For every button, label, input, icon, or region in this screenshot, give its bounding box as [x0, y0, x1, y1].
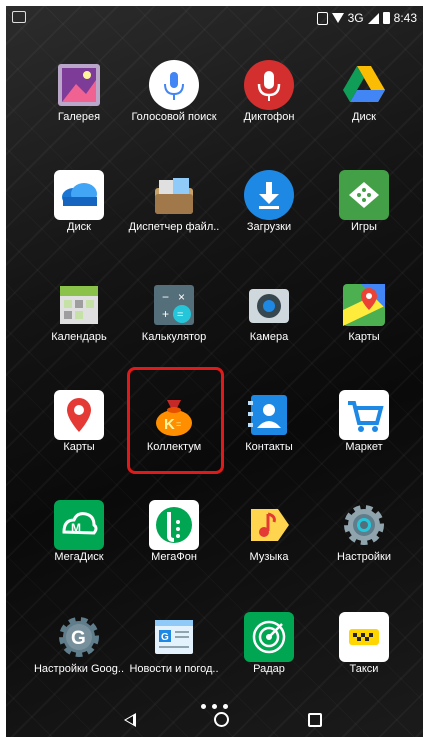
svg-text:G: G [71, 628, 86, 649]
screenshot-notification-icon [12, 11, 26, 23]
news-weather-icon: G [149, 612, 199, 662]
google-settings-icon: G [54, 612, 104, 662]
music-icon [244, 500, 294, 550]
app-radar[interactable]: Радар [219, 608, 319, 708]
svg-text:G: G [161, 632, 169, 643]
app-label: Карты [348, 331, 380, 343]
app-contacts[interactable]: Контакты [219, 386, 319, 486]
app-calendar[interactable]: Календарь [29, 276, 129, 376]
app-recorder[interactable]: Диктофон [219, 56, 319, 156]
games-icon [339, 170, 389, 220]
google-maps-icon [339, 280, 389, 330]
status-bar: 3G 8:43 [6, 6, 423, 30]
calculator-icon: − × + = [149, 280, 199, 330]
recorder-icon [244, 60, 294, 110]
svg-text:M: M [71, 521, 81, 535]
app-settings[interactable]: Настройки [314, 496, 414, 596]
svg-text:−: − [162, 290, 169, 304]
app-label: Маркет [345, 441, 383, 453]
megadisk-icon: M [54, 500, 104, 550]
battery-icon [382, 12, 390, 24]
app-downloads[interactable]: Загрузки [219, 166, 319, 266]
signal-icon [367, 12, 379, 24]
app-google-maps[interactable]: Карты [314, 276, 414, 376]
cloud-disk-icon [54, 170, 104, 220]
market-cart-icon [339, 390, 389, 440]
back-icon[interactable] [124, 713, 136, 727]
app-camera[interactable]: Камера [219, 276, 319, 376]
yandex-maps-icon [54, 390, 104, 440]
gallery-icon [54, 60, 104, 110]
app-file-manager[interactable]: Диспетчер файл.. [124, 166, 224, 266]
app-google-settings[interactable]: G Настройки Goog.. [29, 608, 129, 708]
navigation-bar [6, 703, 423, 737]
taxi-icon [339, 612, 389, 662]
network-type: 3G [347, 11, 364, 25]
highlight-box [127, 367, 224, 474]
microphone-icon [149, 60, 199, 110]
app-games[interactable]: Игры [314, 166, 414, 266]
app-calculator[interactable]: − × + = Калькулятор [124, 276, 224, 376]
google-drive-icon [339, 60, 389, 110]
radar-icon [244, 612, 294, 662]
app-google-drive[interactable]: Диск [314, 56, 414, 156]
calendar-icon [54, 280, 104, 330]
app-megadisk[interactable]: M МегаДиск [29, 496, 129, 596]
app-megafon[interactable]: МегаФон [124, 496, 224, 596]
app-news-weather[interactable]: G Новости и погод.. [124, 608, 224, 708]
wifi-icon [331, 13, 344, 23]
home-screen: 3G 8:43 Галерея Голосовой поиск Диктофон [6, 6, 423, 737]
app-market[interactable]: Маркет [314, 386, 414, 486]
camera-icon [244, 280, 294, 330]
app-voice-search[interactable]: Голосовой поиск [124, 56, 224, 156]
app-music[interactable]: Музыка [219, 496, 319, 596]
app-gallery[interactable]: Галерея [29, 56, 129, 156]
contacts-icon [244, 390, 294, 440]
app-label: Настройки [337, 551, 391, 563]
app-label: Такси [349, 663, 379, 675]
svg-text:×: × [178, 290, 185, 304]
app-cloud-disk[interactable]: Диск [29, 166, 129, 266]
clock: 8:43 [393, 11, 417, 25]
app-taxi[interactable]: Такси [314, 608, 414, 708]
app-label: Диск [352, 111, 376, 123]
vibrate-icon [316, 11, 328, 25]
app-label: Игры [351, 221, 377, 233]
file-manager-icon [149, 170, 199, 220]
megafon-icon [149, 500, 199, 550]
download-icon [244, 170, 294, 220]
app-yandex-maps[interactable]: Карты [29, 386, 129, 486]
svg-text:+: + [162, 307, 169, 321]
home-icon[interactable] [214, 712, 229, 727]
recent-apps-icon[interactable] [308, 713, 322, 727]
svg-text:=: = [177, 309, 183, 321]
settings-gear-icon [339, 500, 389, 550]
